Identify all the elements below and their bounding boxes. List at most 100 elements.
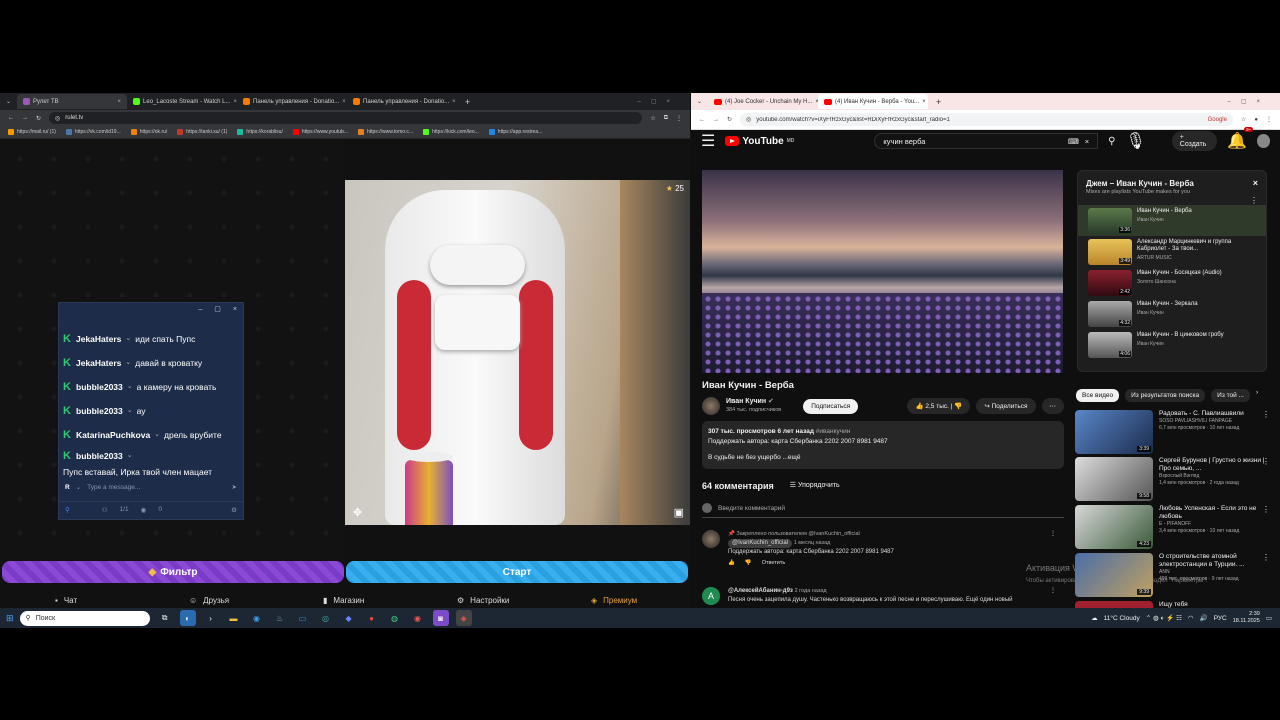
copilot-icon[interactable]: ◐ [179,610,196,626]
file-explorer-icon[interactable]: ▬ [226,610,242,626]
google-lens-button[interactable]: Google [1208,117,1227,123]
more-actions-icon[interactable]: ⋯ [1041,398,1064,414]
subscribe-button[interactable]: Подписаться [803,398,859,414]
recommended-video[interactable]: 9:58 Сергей Бурунов | Грустно о жизни | … [1075,457,1270,501]
chevron-down-icon[interactable]: ⌄ [127,402,133,420]
microphone-icon[interactable]: 🎙 [1125,131,1145,151]
app-icon[interactable]: ◆ [341,610,357,626]
comment-avatar[interactable]: A [702,587,720,605]
close-tab-icon[interactable]: × [342,99,346,105]
bookmark-item[interactable]: https://app.restrea... [488,129,542,135]
discord-icon[interactable]: ◙ [432,610,449,626]
tab-joe-cocker[interactable]: (4) Joe Cocker - Unchain My H... × [708,94,818,109]
site-info-icon[interactable]: ◎ [55,115,60,122]
playlist-item[interactable]: 4:06 Иван Кучин - В цинковом гробу Иван К… [1078,329,1266,360]
fullscreen-move-icon[interactable]: ✥ [353,506,362,519]
nav-shop[interactable]: ▮ Магазин [268,596,402,605]
tray-icons[interactable]: ⌃ ◍ ◐ ⚡ ☷ [1146,614,1182,622]
description-more[interactable]: В судьбе не без ущербо ...ещё [708,453,1058,463]
close-icon[interactable]: × [1253,178,1258,188]
close-tab-icon[interactable]: × [452,99,456,105]
comment-author[interactable]: @АлексейАбанин-д9з [728,588,793,594]
edge-icon[interactable]: ◉ [249,610,265,626]
thumbs-up-icon[interactable]: 👍 [728,559,735,568]
maximize-icon[interactable]: ▢ [214,305,221,313]
tab-donation-1[interactable]: Панель управления - Donatio... × [237,94,347,109]
chip-from-same[interactable]: Из той ... [1211,389,1250,402]
bookmark-star-icon[interactable]: ☆ [1241,116,1246,123]
left-url-field[interactable]: ◎ rulet.tv [49,112,643,124]
chat-username[interactable]: bubble2033 [76,378,123,396]
close-tab-icon[interactable]: × [118,99,122,105]
video-menu-icon[interactable]: ⋮ [1262,410,1270,419]
sort-comments-button[interactable]: ☰ Упорядочить [790,481,840,491]
comment-menu-icon[interactable]: ⋮ [1050,530,1056,537]
input-language[interactable]: РУС [1214,615,1227,622]
youtube-logo[interactable]: YouTube MD [725,136,794,147]
close-icon[interactable]: × [233,306,237,313]
playlist-menu-icon[interactable]: ⋮ [1078,196,1266,205]
chat-message-input[interactable]: Type a message... [87,484,225,491]
chevron-down-icon[interactable]: ⌄ [127,378,133,396]
right-url-field[interactable]: ◎ youtube.com/watch?v=iXyFfRzxGyc&list=R… [740,113,1233,126]
bookmark-item[interactable]: https://kick.com/leo... [423,129,479,135]
reply-button[interactable]: Ответить [762,559,786,568]
chevron-down-icon[interactable]: ⌄ [127,450,133,462]
extensions-icon[interactable]: ⧉ [664,115,668,122]
bookmark-item[interactable]: https://mail.ru/ (1) [8,129,56,135]
obs-icon[interactable]: ◉ [410,610,426,626]
chrome-icon[interactable]: ◎ [318,610,334,626]
video-menu-icon[interactable]: ⋮ [1262,457,1270,466]
clock[interactable]: 2:39 18.11.2025 [1233,611,1260,625]
bookmark-item[interactable]: https://korablisu/ [237,129,283,135]
chevron-right-icon[interactable]: › [1256,389,1258,402]
reload-icon[interactable]: ↻ [36,115,41,122]
chat-app-icon[interactable]: ▭ [295,610,311,626]
forward-icon[interactable]: → [22,115,28,121]
profile-icon[interactable]: ● [1254,117,1258,123]
chip-from-search[interactable]: Из результатов поиска [1125,389,1206,402]
chevron-down-icon[interactable]: ⌄ [76,483,81,491]
chrome-profile-icon[interactable]: ◍ [387,610,403,626]
search-icon[interactable]: ⚲ [65,506,70,514]
video-description[interactable]: 307 тыс. просмотров 6 лет назад #иванкуч… [702,421,1064,469]
window-controls-icon[interactable]: –▢× [1227,98,1280,105]
thumbs-down-icon[interactable]: 👎 [745,559,752,568]
notification-center-icon[interactable]: ▭ [1266,614,1272,622]
recommended-video[interactable]: 3:39 Радовать - С. Павлиашвили SOSO PAVLI… [1075,410,1270,454]
share-button[interactable]: ↪ Поделиться [976,398,1036,414]
bookmark-star-icon[interactable]: ☆ [650,115,655,122]
taskbar-search-input[interactable]: ⚲ Поиск [19,610,150,626]
channel-avatar[interactable] [702,397,720,415]
send-icon[interactable]: ➤ [232,483,237,491]
tab-kick[interactable]: Leo_Lacoste Stream - Watch L... × [127,94,237,109]
comment-author[interactable]: @IvanKuchin_official [728,539,793,548]
active-app-icon[interactable]: ◈ [455,610,472,626]
tab-rulet[interactable]: Рулет ТВ × [17,94,128,109]
keyboard-icon[interactable]: ⌨ [1068,137,1079,146]
start-button[interactable]: Старт [346,561,688,583]
back-icon[interactable]: ← [699,117,705,123]
search-icon[interactable]: ⚲ [1108,136,1115,147]
gift-icon[interactable]: ▣ [674,506,684,519]
bookmark-item[interactable]: https://tanki.su/ (1) [177,129,227,135]
comment-menu-icon[interactable]: ⋮ [1050,587,1056,594]
menu-dots-icon[interactable]: ⋮ [676,115,682,122]
chevron-down-icon[interactable]: ⌄ [125,330,131,348]
nav-premium[interactable]: ◈ Премиум [536,596,670,605]
back-icon[interactable]: ← [8,115,14,121]
tab-search-icon[interactable]: ⌄ [691,98,708,105]
comment-input[interactable]: Введите комментарий [702,503,1064,518]
chat-username[interactable]: JekaHaters [76,354,121,372]
nav-chat[interactable]: ▪ Чат [0,596,134,605]
new-tab-icon[interactable]: + [928,97,949,107]
platform-selector[interactable]: R [65,484,70,491]
channel-name[interactable]: Иван Кучин [726,398,766,405]
youtube-search-input[interactable]: кучин верба ⌨ × [874,133,1099,149]
windows-start-icon[interactable]: ⊞ [6,613,14,624]
avatar[interactable] [1257,134,1270,148]
playlist-item[interactable]: 3:49 Александр Марцинкевич и группа Кабр… [1078,236,1266,267]
chat-username[interactable]: KatarinaPuchkova [76,426,150,444]
comment-avatar[interactable] [702,530,720,548]
window-controls-icon[interactable]: –▢× [637,98,690,105]
